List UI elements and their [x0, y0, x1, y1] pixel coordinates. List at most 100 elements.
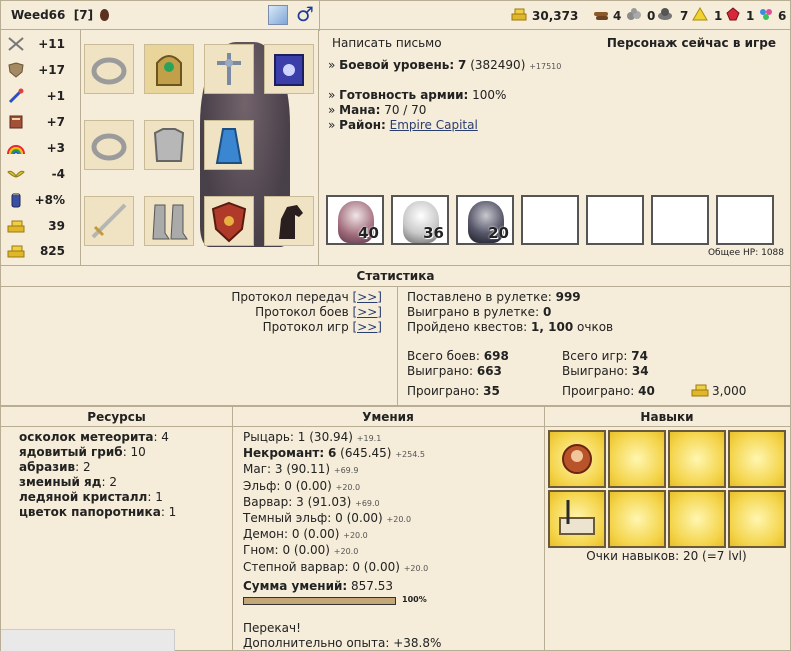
equip-amulet[interactable] [204, 44, 254, 94]
equip-shield[interactable] [204, 196, 254, 246]
equip-helmet[interactable] [144, 44, 194, 94]
experience-value: (382490) [470, 58, 526, 72]
value: 35 [483, 384, 500, 398]
equip-ring-1[interactable] [84, 44, 134, 94]
stat-value: +17 [38, 63, 65, 77]
equip-book[interactable] [264, 44, 314, 94]
equip-boots[interactable] [144, 196, 194, 246]
army-slot-3[interactable]: 20 [456, 195, 514, 245]
gold-icon [7, 245, 25, 258]
games-won: Выиграно: 34 [562, 364, 649, 378]
header-divider [319, 1, 320, 31]
equip-cloak[interactable] [204, 120, 254, 170]
stat-value: 825 [39, 244, 65, 258]
protocol-transfers: Протокол передач [>>] [231, 290, 382, 304]
certificate-icon[interactable] [268, 5, 288, 25]
army-slot-2[interactable]: 36 [391, 195, 449, 245]
protocol-games: Протокол игр [>>] [263, 320, 382, 334]
equip-ring-2[interactable] [84, 120, 134, 170]
army-count: 40 [358, 224, 379, 242]
quests-done: Пройдено квестов: 1, 100 очков [407, 320, 613, 334]
label: Проиграно: [407, 384, 480, 398]
stat-value: +8% [34, 193, 65, 207]
ore-value: 0 [647, 9, 656, 23]
rainbow-icon [7, 145, 25, 155]
skill-delta: +20.0 [386, 515, 412, 525]
skill-value: 0 (0.00) [282, 543, 330, 558]
equip-armor[interactable] [144, 120, 194, 170]
talent-slot-8[interactable] [728, 490, 786, 548]
stat-morale: +8% [1, 190, 81, 210]
skill-delta: +69.9 [333, 466, 359, 476]
talent-slot-3[interactable] [668, 430, 726, 488]
ore-icon [627, 8, 641, 20]
army-slot-7[interactable] [716, 195, 774, 245]
resource-count: 1 [155, 490, 163, 504]
horse-icon [279, 205, 303, 239]
games-gold: 3,000 [712, 384, 747, 398]
book-icon [9, 115, 23, 129]
protocol-battles-link[interactable]: [>>] [353, 305, 382, 319]
skill-delta: +20.0 [403, 563, 429, 573]
protocol-games-link[interactable]: [>>] [353, 320, 382, 334]
resource-item: ядовитый гриб: 10 [19, 445, 146, 459]
talent-slot-5[interactable] [548, 490, 606, 548]
equip-weapon[interactable] [84, 196, 134, 246]
label: Всего игр: [562, 349, 628, 363]
resource-count: 1 [168, 505, 177, 519]
talent-slot-6[interactable] [608, 490, 666, 548]
skill-value: 0 (0.00) [291, 527, 340, 542]
talent-slot-1[interactable] [548, 430, 606, 488]
total-hp: Общее HP: 1088 [707, 248, 784, 258]
protocol-transfers-link[interactable]: [>>] [353, 290, 382, 304]
skill-name: Рыцарь: [243, 430, 294, 444]
resources-panel: осколок метеорита: 4 ядовитый гриб: 10 а… [0, 427, 233, 651]
skill-item: Эльф: 0 (0.00) +20.0 [243, 479, 428, 495]
talent-slot-2[interactable] [608, 430, 666, 488]
shield-icon [211, 201, 247, 243]
combat-level-value: 7 [458, 58, 467, 72]
stat-spellpower: +1 [1, 86, 81, 106]
skill-delta: +254.5 [395, 450, 425, 460]
gems-value: 6 [778, 9, 787, 23]
resource-count: 10 [130, 445, 146, 459]
label: Выиграно: [562, 364, 629, 378]
stat-value: +1 [46, 89, 65, 103]
level-text: [7] [73, 8, 94, 22]
header-bar: Weed66 [7] ♂ 30,373 4 0 7 1 1 6 [0, 0, 791, 31]
label: Пройдено квестов: [407, 320, 528, 334]
value: 40 [638, 384, 655, 398]
army-slot-6[interactable] [651, 195, 709, 245]
value: 663 [476, 364, 502, 378]
armor-icon [153, 128, 185, 162]
boots-icon [152, 204, 188, 240]
skill-extra: (645.45) [340, 446, 392, 461]
extra-exp-text: Дополнительно опыта: +38.8% [243, 636, 442, 650]
mercury-value: 7 [680, 9, 689, 23]
skill-delta: +19.1 [356, 434, 382, 443]
army-slot-1[interactable]: 40 [326, 195, 384, 245]
resource-name: змеиный яд [19, 475, 102, 489]
skill-item: Некромант: 6 (645.45) +254.5 [243, 446, 428, 462]
stat-luck: +3 [1, 138, 81, 158]
talent-slot-7[interactable] [668, 490, 726, 548]
skills-progress-bar [243, 597, 396, 605]
gold-value: 30,373 [532, 9, 579, 23]
chat-tab[interactable] [1, 629, 175, 651]
statistics-panel: Протокол передач [>>] Протокол боев [>>]… [0, 286, 791, 406]
skill-delta: +69.0 [355, 498, 380, 508]
skill-item: Демон: 0 (0.00) +20.0 [243, 527, 428, 543]
protocol-label: Протокол игр [262, 320, 349, 334]
equip-horse[interactable] [264, 196, 314, 246]
army-slot-5[interactable] [586, 195, 644, 245]
write-letter-link[interactable]: Написать письмо [332, 36, 442, 50]
skill-value: 3 (90.11) [274, 462, 331, 477]
district-link[interactable]: Empire Capital [390, 118, 478, 132]
gold-icon [511, 8, 527, 21]
scroll-talent-icon [559, 500, 595, 535]
stat-initiative: -4 [1, 164, 81, 184]
army-slot-4[interactable] [521, 195, 579, 245]
talent-slot-4[interactable] [728, 430, 786, 488]
shield-icon [8, 62, 24, 78]
skill-delta: +20.0 [333, 547, 359, 557]
